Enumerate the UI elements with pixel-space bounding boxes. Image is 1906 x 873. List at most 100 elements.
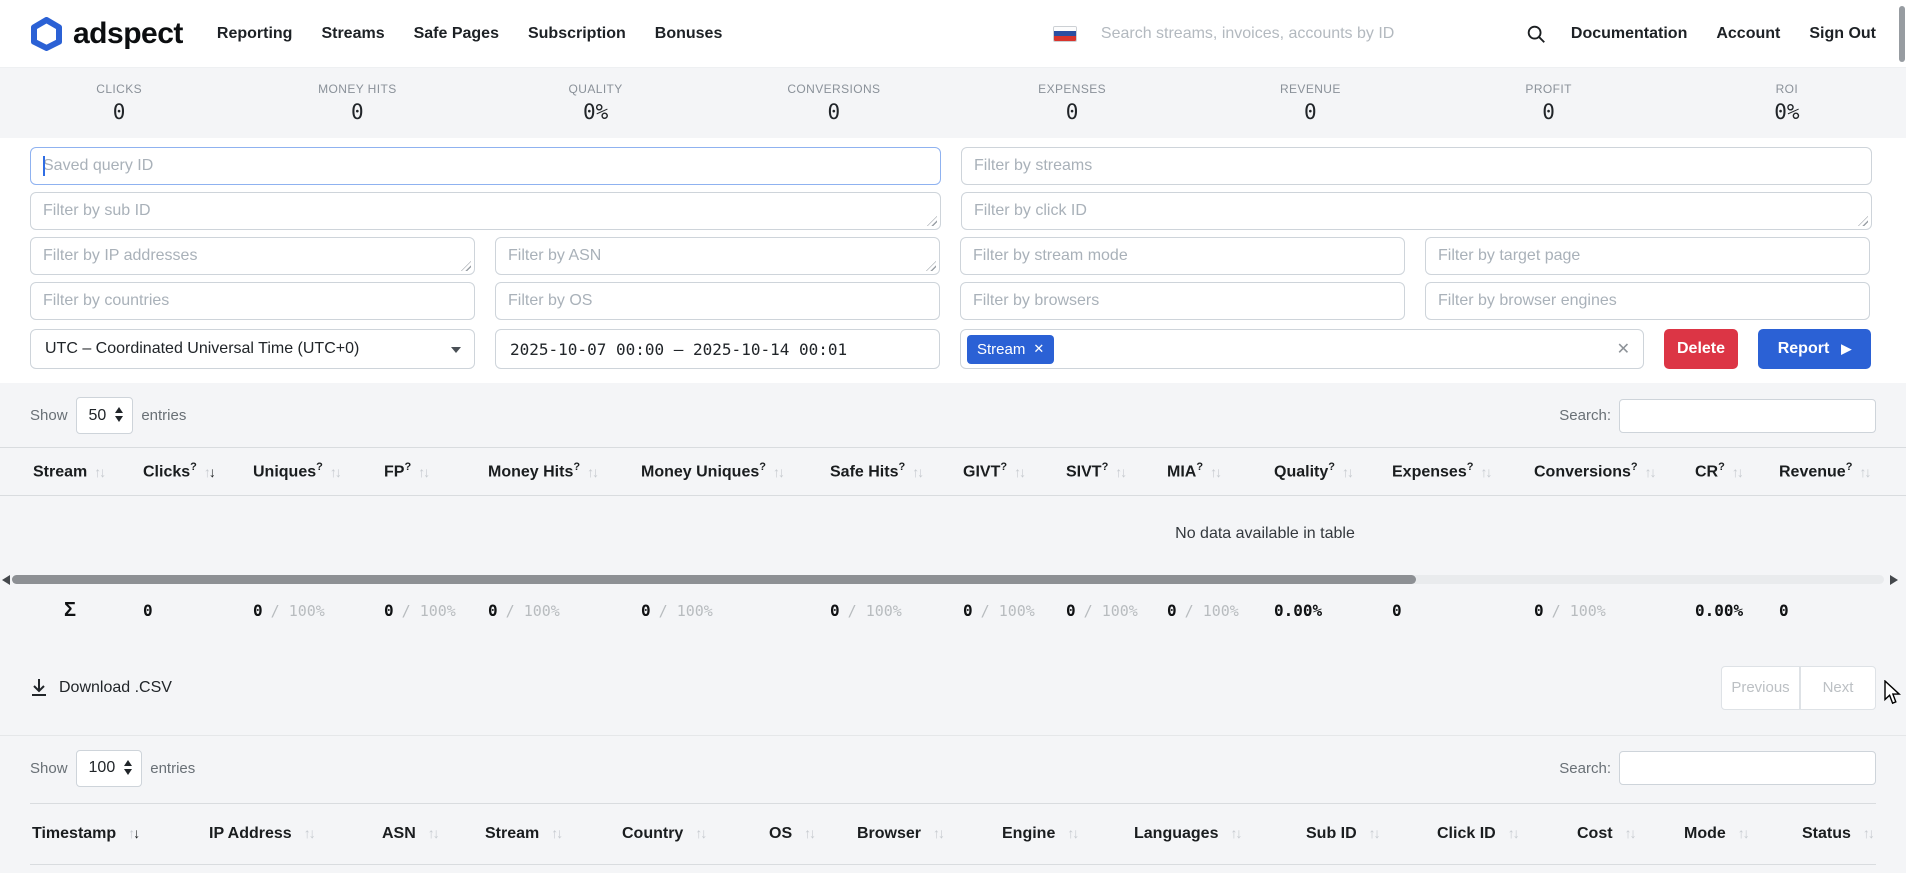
sort-icon[interactable]: ↑↓ bbox=[428, 825, 438, 841]
column-header[interactable]: Conversions?↑↓ bbox=[1532, 448, 1693, 496]
sort-icon[interactable]: ↑↓ bbox=[1738, 825, 1748, 841]
column-header[interactable]: Status↑↓ bbox=[1800, 803, 1876, 864]
column-header[interactable]: Uniques?↑↓ bbox=[251, 448, 382, 496]
column-header[interactable]: Expenses?↑↓ bbox=[1390, 448, 1532, 496]
countries-input[interactable] bbox=[30, 282, 475, 320]
sort-icon[interactable]: ↑↓ bbox=[773, 464, 783, 480]
column-header[interactable]: Clicks?↑↓ bbox=[141, 448, 251, 496]
browsers-input[interactable] bbox=[960, 282, 1405, 320]
hint-icon[interactable]: ? bbox=[1467, 461, 1474, 473]
click-id-input[interactable] bbox=[961, 192, 1872, 230]
sort-icon[interactable]: ↑↓ bbox=[1067, 825, 1077, 841]
sort-icon[interactable]: ↑↓ bbox=[695, 825, 705, 841]
column-header[interactable]: Stream↑↓ bbox=[0, 448, 141, 496]
nav-link[interactable]: Subscription bbox=[528, 25, 626, 43]
column-header[interactable]: Country↑↓ bbox=[620, 803, 767, 864]
group-tag-stream[interactable]: Stream ✕ bbox=[967, 335, 1054, 364]
hint-icon[interactable]: ? bbox=[1196, 461, 1203, 473]
hint-icon[interactable]: ? bbox=[573, 461, 580, 473]
sort-icon[interactable]: ↑↓ bbox=[804, 825, 814, 841]
next-page-button[interactable]: Next bbox=[1800, 666, 1876, 710]
sort-icon[interactable]: ↑↓ bbox=[551, 825, 561, 841]
column-header[interactable]: Quality?↑↓ bbox=[1272, 448, 1390, 496]
target-page-input[interactable] bbox=[1425, 237, 1870, 275]
russia-flag-icon[interactable] bbox=[1053, 26, 1077, 42]
sort-icon[interactable]: ↑↓ bbox=[933, 825, 943, 841]
browser-engines-input[interactable] bbox=[1425, 282, 1870, 320]
sort-icon[interactable]: ↑↓ bbox=[418, 464, 428, 480]
column-header[interactable]: Browser↑↓ bbox=[855, 803, 1000, 864]
date-range-input[interactable]: 2025-10-07 00:00 – 2025-10-14 00:01 bbox=[495, 329, 940, 369]
column-header[interactable]: Mode↑↓ bbox=[1682, 803, 1800, 864]
nav-link[interactable]: Bonuses bbox=[655, 25, 723, 43]
nav-link[interactable]: Account bbox=[1716, 25, 1780, 43]
stream-mode-input[interactable] bbox=[960, 237, 1405, 275]
hint-icon[interactable]: ? bbox=[404, 461, 411, 473]
sort-icon[interactable]: ↑↓ bbox=[1732, 464, 1742, 480]
column-header[interactable]: Safe Hits?↑↓ bbox=[828, 448, 961, 496]
global-search-input[interactable] bbox=[1101, 16, 1501, 52]
previous-page-button[interactable]: Previous bbox=[1721, 666, 1800, 710]
column-header[interactable]: Click ID↑↓ bbox=[1435, 803, 1575, 864]
column-header[interactable]: GIVT?↑↓ bbox=[961, 448, 1064, 496]
scroll-left-arrow-icon[interactable] bbox=[2, 575, 10, 585]
sort-icon[interactable]: ↑↓ bbox=[1230, 825, 1240, 841]
clear-tags-icon[interactable]: ✕ bbox=[1617, 339, 1630, 359]
sort-icon[interactable]: ↑↓ bbox=[1210, 464, 1220, 480]
column-header[interactable]: Revenue?↑↓ bbox=[1777, 448, 1876, 496]
sort-icon[interactable]: ↑↓ bbox=[587, 464, 597, 480]
hint-icon[interactable]: ? bbox=[190, 461, 197, 473]
sort-icon[interactable]: ↑↓ bbox=[1645, 464, 1655, 480]
report-table-search-input[interactable] bbox=[1619, 399, 1876, 433]
hint-icon[interactable]: ? bbox=[1631, 461, 1638, 473]
download-csv-button[interactable]: Download .CSV bbox=[30, 678, 172, 697]
column-header[interactable]: Languages↑↓ bbox=[1132, 803, 1304, 864]
hint-icon[interactable]: ? bbox=[1328, 461, 1335, 473]
sort-icon[interactable]: ↑↓ bbox=[204, 464, 214, 480]
scroll-right-arrow-icon[interactable] bbox=[1890, 575, 1898, 585]
column-header[interactable]: Timestamp↑↓ bbox=[30, 803, 207, 864]
sort-icon[interactable]: ↑↓ bbox=[1014, 464, 1024, 480]
nav-link[interactable]: Documentation bbox=[1571, 25, 1687, 43]
column-header[interactable]: Stream↑↓ bbox=[483, 803, 620, 864]
column-header[interactable]: IP Address↑↓ bbox=[207, 803, 380, 864]
hint-icon[interactable]: ? bbox=[316, 461, 323, 473]
sort-icon[interactable]: ↑↓ bbox=[912, 464, 922, 480]
hint-icon[interactable]: ? bbox=[1000, 461, 1007, 473]
ip-input[interactable] bbox=[30, 237, 475, 275]
group-by-tagbox[interactable]: Stream ✕ ✕ bbox=[960, 329, 1644, 369]
column-header[interactable]: Engine↑↓ bbox=[1000, 803, 1132, 864]
hint-icon[interactable]: ? bbox=[1846, 461, 1853, 473]
sort-icon[interactable]: ↑↓ bbox=[1342, 464, 1352, 480]
sort-icon[interactable]: ↑↓ bbox=[1480, 464, 1490, 480]
sort-icon[interactable]: ↑↓ bbox=[1115, 464, 1125, 480]
hint-icon[interactable]: ? bbox=[1718, 461, 1725, 473]
nav-link[interactable]: Safe Pages bbox=[414, 25, 499, 43]
page-size-select[interactable]: 50 bbox=[76, 397, 134, 434]
sort-icon[interactable]: ↑↓ bbox=[1508, 825, 1518, 841]
column-header[interactable]: Cost↑↓ bbox=[1575, 803, 1682, 864]
hint-icon[interactable]: ? bbox=[759, 461, 766, 473]
sort-icon[interactable]: ↑↓ bbox=[1863, 825, 1873, 841]
hint-icon[interactable]: ? bbox=[898, 461, 905, 473]
clicks-table-search-input[interactable] bbox=[1619, 751, 1876, 785]
sort-icon[interactable]: ↑↓ bbox=[1625, 825, 1635, 841]
sort-icon[interactable]: ↑↓ bbox=[304, 825, 314, 841]
hint-icon[interactable]: ? bbox=[1102, 461, 1109, 473]
column-header[interactable]: Money Hits?↑↓ bbox=[486, 448, 639, 496]
sort-icon[interactable]: ↑↓ bbox=[94, 464, 104, 480]
column-header[interactable]: Sub ID↑↓ bbox=[1304, 803, 1435, 864]
asn-input[interactable] bbox=[495, 237, 940, 275]
column-header[interactable]: ASN↑↓ bbox=[380, 803, 483, 864]
sub-id-input[interactable] bbox=[30, 192, 941, 230]
os-input[interactable] bbox=[495, 282, 940, 320]
column-header[interactable]: Money Uniques?↑↓ bbox=[639, 448, 828, 496]
nav-link[interactable]: Sign Out bbox=[1809, 25, 1876, 43]
column-header[interactable]: CR?↑↓ bbox=[1693, 448, 1777, 496]
vertical-scrollbar-thumb[interactable] bbox=[1899, 6, 1905, 62]
sort-icon[interactable]: ↑↓ bbox=[1369, 825, 1379, 841]
sort-icon[interactable]: ↑↓ bbox=[330, 464, 340, 480]
remove-tag-icon[interactable]: ✕ bbox=[1033, 341, 1044, 357]
column-header[interactable]: MIA?↑↓ bbox=[1165, 448, 1272, 496]
timezone-select[interactable]: UTC – Coordinated Universal Time (UTC+0) bbox=[30, 329, 475, 369]
